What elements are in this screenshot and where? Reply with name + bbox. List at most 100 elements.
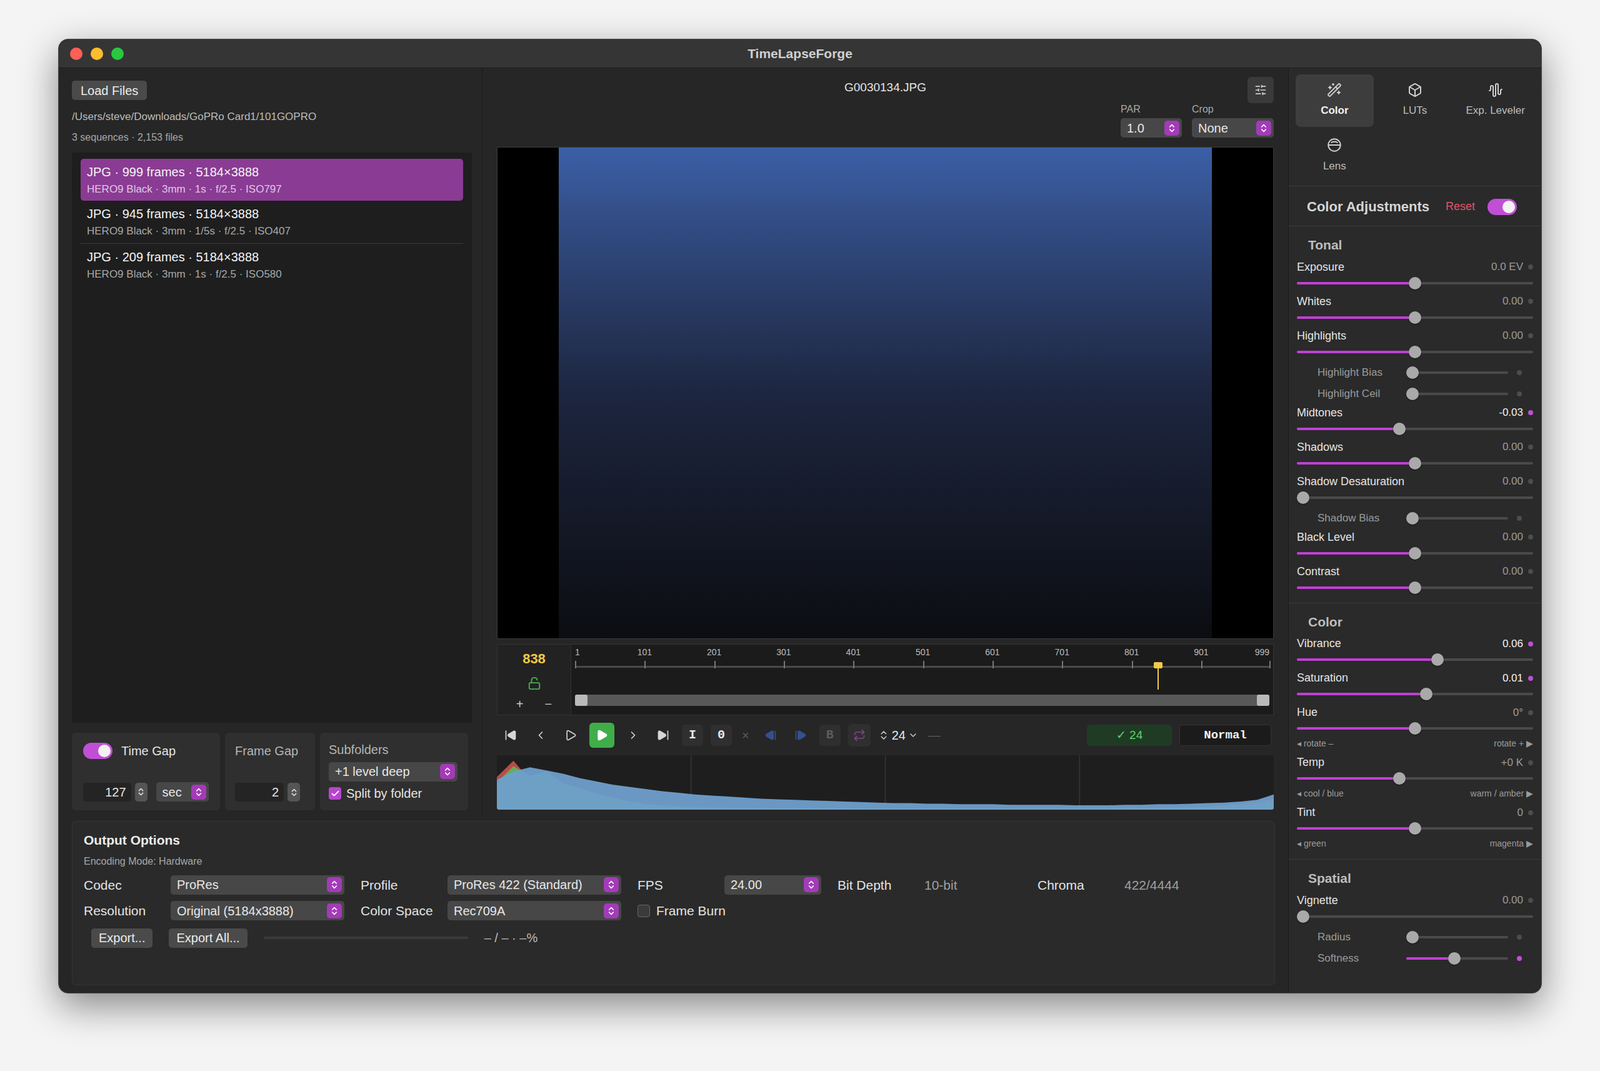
mark-button[interactable]: 0 bbox=[710, 724, 732, 746]
slider-thumb[interactable] bbox=[1408, 546, 1422, 560]
zoom-button[interactable] bbox=[111, 47, 124, 60]
playhead-handle[interactable] bbox=[1153, 661, 1163, 669]
mark-button[interactable]: B bbox=[819, 724, 841, 746]
time-gap-unit-select[interactable]: sec bbox=[156, 781, 209, 802]
export-button[interactable]: Export... bbox=[91, 928, 153, 948]
crop-select[interactable]: None bbox=[1191, 118, 1274, 138]
minimize-button[interactable] bbox=[90, 47, 104, 60]
transport-text[interactable]: × bbox=[739, 725, 752, 745]
crop-label: Crop bbox=[1191, 101, 1274, 117]
slider-thumb[interactable] bbox=[1408, 581, 1422, 594]
slider-track[interactable] bbox=[1406, 511, 1509, 525]
time-gap-input[interactable]: 127 bbox=[83, 782, 132, 802]
slider-thumb[interactable] bbox=[1420, 687, 1433, 700]
step-forward-button[interactable] bbox=[789, 723, 812, 747]
slider-track[interactable] bbox=[1296, 422, 1534, 435]
slider-thumb[interactable] bbox=[1408, 311, 1422, 324]
sequence-item[interactable]: JPG · 945 frames · 5184×3888HERO9 Black … bbox=[80, 200, 464, 244]
slider-track[interactable] bbox=[1406, 930, 1509, 944]
last-button[interactable] bbox=[651, 723, 675, 747]
first-button[interactable] bbox=[499, 723, 522, 747]
remove-marker-button[interactable]: − bbox=[545, 696, 553, 711]
sequence-item[interactable]: JPG · 999 frames · 5184×3888HERO9 Black … bbox=[80, 158, 464, 202]
slider-thumb[interactable] bbox=[1406, 930, 1419, 944]
subfolders-select[interactable]: +1 level deep bbox=[328, 761, 458, 782]
slider-track[interactable] bbox=[1406, 387, 1509, 400]
slider-track[interactable] bbox=[1296, 276, 1534, 290]
slider-thumb[interactable] bbox=[1408, 345, 1422, 359]
unlock-icon[interactable] bbox=[527, 676, 542, 690]
slider-thumb[interactable] bbox=[1296, 491, 1310, 504]
slider-track[interactable] bbox=[1296, 653, 1534, 666]
add-marker-button[interactable]: + bbox=[516, 696, 524, 711]
close-button[interactable] bbox=[70, 47, 83, 60]
mark-button[interactable]: I bbox=[681, 724, 704, 746]
par-select[interactable]: 1.0 bbox=[1120, 118, 1182, 138]
play-button[interactable] bbox=[559, 723, 582, 747]
transport-text[interactable]: — bbox=[925, 725, 944, 745]
output-stepper[interactable]: 24.00 bbox=[724, 875, 822, 895]
frame-ruler[interactable]: 1101201301401501601701801901999 bbox=[575, 644, 1270, 690]
slider-thumb[interactable] bbox=[1393, 771, 1406, 785]
slider-track[interactable] bbox=[1296, 910, 1534, 923]
play-active-button[interactable] bbox=[589, 722, 615, 748]
output-select[interactable]: Rec709A bbox=[447, 900, 622, 920]
slider-thumb[interactable] bbox=[1296, 910, 1310, 923]
speed-select[interactable]: 24 bbox=[878, 725, 919, 745]
slider-thumb[interactable] bbox=[1431, 653, 1444, 666]
export-button[interactable]: Export All... bbox=[168, 928, 247, 948]
time-gap-toggle[interactable] bbox=[83, 742, 113, 759]
slider-track[interactable] bbox=[1296, 311, 1534, 324]
slider-thumb[interactable] bbox=[1406, 366, 1419, 379]
inspector-tab[interactable]: Color bbox=[1295, 74, 1374, 127]
adjustments-toggle[interactable] bbox=[1487, 198, 1517, 215]
output-select[interactable]: ProRes bbox=[170, 875, 345, 895]
inspector-tab[interactable]: LUTs bbox=[1376, 74, 1455, 127]
slider-thumb[interactable] bbox=[1408, 276, 1422, 290]
prev-button[interactable] bbox=[529, 723, 552, 747]
output-select[interactable]: Original (5184x3888) bbox=[170, 900, 345, 920]
slider-track[interactable] bbox=[1296, 581, 1534, 594]
slider-thumb[interactable] bbox=[1393, 422, 1406, 435]
stepper-arrows-icon[interactable] bbox=[135, 782, 148, 802]
inspector-tab[interactable]: Exp. Leveler bbox=[1456, 74, 1535, 127]
slider-track[interactable] bbox=[1406, 951, 1509, 965]
slider-track[interactable] bbox=[1296, 771, 1534, 785]
stepper-arrows-icon[interactable] bbox=[287, 782, 300, 802]
slider-track[interactable] bbox=[1296, 721, 1534, 735]
split-by-folder-checkbox[interactable] bbox=[328, 786, 342, 800]
blend-mode[interactable]: Normal bbox=[1179, 724, 1272, 746]
slider-thumb[interactable] bbox=[1448, 951, 1461, 965]
slider-thumb[interactable] bbox=[1408, 821, 1422, 835]
sequence-item[interactable]: JPG · 209 frames · 5184×3888HERO9 Black … bbox=[80, 243, 464, 287]
slider-track[interactable] bbox=[1296, 546, 1534, 560]
output-checkbox-field[interactable]: Frame Burn bbox=[637, 900, 726, 921]
step-back-button[interactable] bbox=[759, 723, 782, 747]
slider-track[interactable] bbox=[1296, 345, 1534, 359]
slider-thumb[interactable] bbox=[1406, 511, 1419, 525]
load-files-button[interactable]: Load Files bbox=[71, 80, 147, 100]
slider-thumb[interactable] bbox=[1408, 456, 1422, 470]
slider-thumb[interactable] bbox=[1408, 721, 1422, 735]
range-bar[interactable] bbox=[575, 694, 1270, 706]
inspector-tab[interactable]: Lens bbox=[1295, 129, 1374, 182]
frame-burn-checkbox[interactable] bbox=[637, 904, 650, 917]
reset-button[interactable]: Reset bbox=[1445, 198, 1475, 215]
frame-gap-input[interactable]: 2 bbox=[235, 782, 284, 802]
playhead[interactable] bbox=[1157, 661, 1159, 690]
slider-track[interactable] bbox=[1296, 821, 1534, 835]
slider-thumb[interactable] bbox=[1406, 387, 1419, 400]
range-start-handle[interactable] bbox=[575, 694, 588, 706]
loop-button[interactable] bbox=[848, 723, 871, 747]
slider-track[interactable] bbox=[1296, 491, 1534, 504]
preview-settings-button[interactable] bbox=[1247, 76, 1274, 104]
output-select[interactable]: ProRes 422 (Standard) bbox=[447, 875, 622, 895]
slider-track[interactable] bbox=[1296, 456, 1534, 470]
tab-label: Lens bbox=[1323, 158, 1347, 175]
field-value: 422/4444 bbox=[1124, 875, 1222, 895]
output-field: Bit Depth10-bit bbox=[837, 875, 1022, 895]
next-button[interactable] bbox=[621, 723, 645, 747]
slider-track[interactable] bbox=[1296, 687, 1534, 700]
slider-track[interactable] bbox=[1406, 366, 1509, 379]
range-end-handle[interactable] bbox=[1256, 694, 1270, 706]
